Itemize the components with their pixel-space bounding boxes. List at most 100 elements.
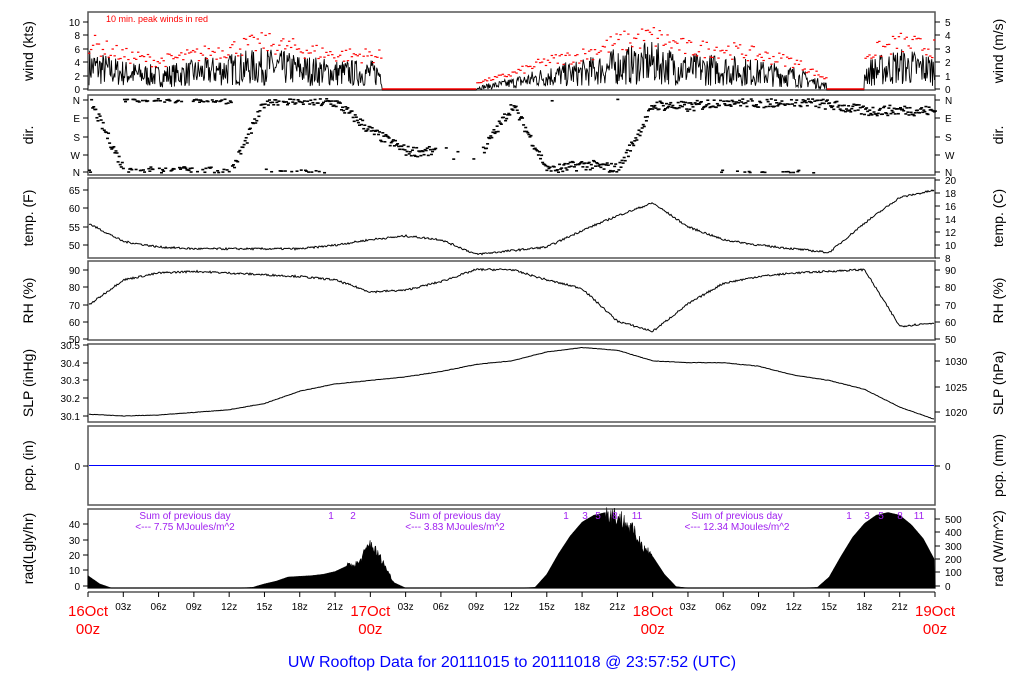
dir-point bbox=[242, 143, 246, 146]
dir-point bbox=[549, 170, 553, 172]
dir-point bbox=[602, 168, 606, 170]
x-day-label: 17Oct bbox=[350, 603, 391, 620]
dir-point bbox=[605, 162, 609, 164]
dir-point bbox=[210, 99, 214, 101]
dir-point bbox=[863, 113, 867, 116]
hour-marker: 5 bbox=[595, 511, 601, 522]
dir-point bbox=[660, 102, 664, 105]
dir-point bbox=[765, 98, 769, 101]
slp-left-tick-label: 30.5 bbox=[61, 341, 81, 352]
x-hour-label: 18z bbox=[856, 602, 872, 613]
dir-point bbox=[383, 140, 387, 143]
dir-point bbox=[434, 147, 438, 150]
dir-point bbox=[909, 111, 913, 114]
dir-point bbox=[143, 171, 147, 173]
dir-point bbox=[426, 154, 430, 157]
dir-point bbox=[319, 104, 323, 107]
dir-point bbox=[320, 103, 324, 105]
dir-point bbox=[380, 140, 384, 143]
dir-point bbox=[803, 99, 807, 102]
dir-point bbox=[907, 114, 911, 116]
dir-point bbox=[405, 150, 409, 153]
dir-point bbox=[221, 171, 225, 173]
dir-point bbox=[793, 105, 797, 107]
dir-point bbox=[317, 170, 321, 173]
slp-left-tick-label: 30.1 bbox=[61, 412, 81, 423]
rh-ylabel-left: RH (%) bbox=[20, 278, 36, 324]
dir-point bbox=[870, 114, 874, 116]
dir-point bbox=[797, 169, 801, 172]
x-hour-label: 12z bbox=[503, 602, 519, 613]
dir-point bbox=[814, 105, 818, 108]
dir-point bbox=[626, 155, 630, 158]
dir-point bbox=[262, 106, 266, 109]
dir-point bbox=[348, 111, 352, 114]
dir-point bbox=[697, 103, 701, 105]
rad-ylabel-left: rad(Lgly/hr) bbox=[20, 513, 36, 585]
dir-point bbox=[156, 98, 160, 100]
wind-left-tick-label: 2 bbox=[74, 72, 80, 83]
dir-point bbox=[764, 105, 768, 108]
dir-point bbox=[176, 99, 180, 102]
dir-point bbox=[290, 170, 294, 173]
dir-left-tick-label: S bbox=[73, 133, 80, 144]
dir-point bbox=[184, 167, 188, 170]
daily-sum-label: Sum of previous day bbox=[691, 511, 782, 522]
dir-point bbox=[654, 107, 658, 109]
dir-point bbox=[620, 159, 624, 162]
rad-right-tick-label: 0 bbox=[945, 582, 951, 593]
dir-point bbox=[926, 113, 930, 116]
dir-point bbox=[812, 171, 816, 174]
dir-point bbox=[227, 170, 231, 173]
dir-point bbox=[301, 103, 305, 106]
dir-point bbox=[241, 146, 245, 149]
dir-point bbox=[584, 168, 588, 171]
dir-point bbox=[740, 101, 744, 103]
dir-point bbox=[704, 105, 708, 108]
dir-point bbox=[118, 163, 122, 166]
dir-point bbox=[163, 101, 167, 103]
dir-point bbox=[151, 168, 155, 171]
dir-point bbox=[847, 105, 851, 107]
dir-point bbox=[635, 139, 639, 141]
dir-point bbox=[263, 103, 267, 105]
temp-right-tick-label: 18 bbox=[945, 189, 957, 200]
dir-point bbox=[851, 105, 855, 108]
dir-point bbox=[788, 171, 792, 174]
dir-point bbox=[738, 99, 742, 102]
dir-point bbox=[757, 106, 761, 108]
temp-ylabel-right: temp. (C) bbox=[990, 189, 1006, 247]
dir-point bbox=[933, 110, 937, 112]
dir-point bbox=[585, 166, 589, 168]
dir-point bbox=[215, 100, 219, 102]
dir-point bbox=[362, 127, 366, 130]
dir-point bbox=[149, 166, 153, 168]
dir-point bbox=[284, 101, 288, 103]
dir-point bbox=[768, 103, 772, 105]
hour-marker: 1 bbox=[846, 511, 852, 522]
dir-point bbox=[580, 160, 584, 163]
dir-point bbox=[146, 100, 150, 102]
dir-point bbox=[563, 162, 567, 165]
x-hour-label: 09z bbox=[468, 602, 484, 613]
dir-point bbox=[899, 106, 903, 109]
pcp-ylabel-left: pcp. (in) bbox=[20, 440, 36, 491]
dir-point bbox=[314, 169, 318, 172]
dir-right-tick-label: S bbox=[945, 133, 952, 144]
dir-point bbox=[216, 170, 220, 172]
x-hour-label: 06z bbox=[433, 602, 449, 613]
temp-line bbox=[88, 189, 935, 256]
dir-point bbox=[419, 154, 423, 157]
dir-point bbox=[676, 101, 680, 104]
dir-point bbox=[744, 102, 748, 104]
dir-point bbox=[190, 167, 194, 169]
dir-point bbox=[266, 104, 270, 106]
rad-left-tick-label: 40 bbox=[69, 520, 81, 531]
slp-right-tick-label: 1025 bbox=[945, 383, 968, 394]
dir-point bbox=[342, 109, 346, 112]
dir-point bbox=[381, 132, 385, 134]
dir-point bbox=[908, 106, 912, 109]
dir-right-tick-label: E bbox=[945, 114, 952, 125]
dir-point bbox=[486, 143, 490, 145]
dir-point bbox=[868, 109, 872, 111]
